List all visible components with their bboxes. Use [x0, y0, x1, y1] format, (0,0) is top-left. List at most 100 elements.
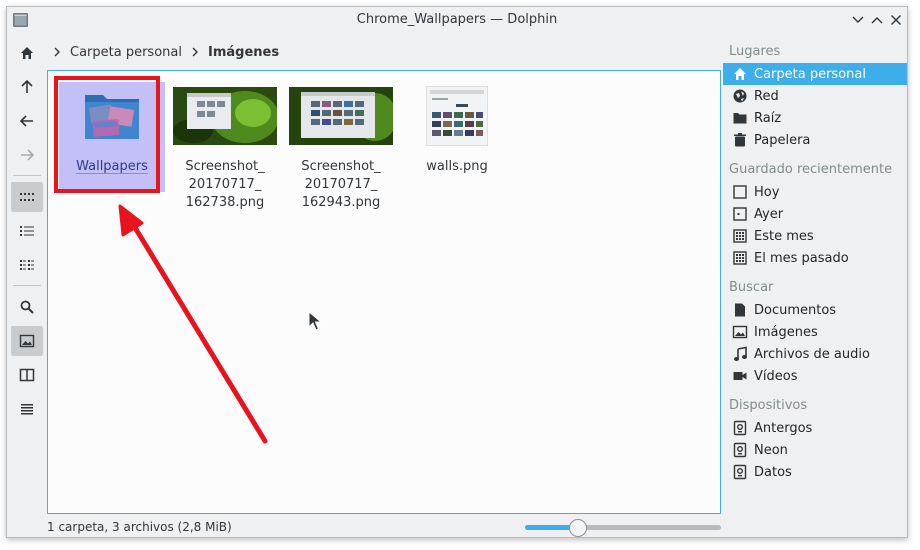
file-name-line: 20170717_ — [188, 177, 262, 192]
video-camera-icon — [732, 368, 748, 384]
calendar-today-icon — [732, 184, 748, 200]
menu-button[interactable] — [11, 394, 43, 424]
places-section-gap — [723, 483, 907, 491]
forward-button[interactable] — [11, 140, 43, 170]
walls-thumbnail-icon — [426, 86, 488, 146]
zoom-slider[interactable] — [525, 519, 721, 537]
details-view-button[interactable] — [11, 216, 43, 246]
places-item[interactable]: Hoy — [723, 181, 907, 203]
breadcrumb-current[interactable]: Imágenes — [205, 45, 282, 60]
places-item[interactable]: Neon — [723, 439, 907, 461]
maximize-button[interactable] — [868, 11, 886, 29]
home-button[interactable] — [11, 38, 43, 68]
file-item-screenshot-1[interactable]: Screenshot_ 20170717_ 162738.png — [172, 82, 278, 210]
back-button[interactable] — [11, 106, 43, 136]
places-item[interactable]: Vídeos — [723, 365, 907, 387]
places-item[interactable]: Este mes — [723, 225, 907, 247]
places-item-label: Datos — [754, 464, 792, 480]
breadcrumb: Carpeta personal Imágenes — [47, 41, 282, 63]
places-item-label: Documentos — [754, 302, 837, 318]
document-icon — [732, 302, 748, 318]
compact-view-button[interactable] — [11, 250, 43, 280]
places-item-label: Neon — [754, 442, 788, 458]
places-item[interactable]: Raíz — [723, 107, 907, 129]
icons-view-button[interactable] — [11, 182, 43, 212]
screenshot-thumbnail-icon — [173, 87, 277, 145]
compact-view-icon — [20, 260, 34, 270]
places-item-label: Vídeos — [754, 368, 798, 384]
arrow-left-icon — [19, 115, 33, 127]
drive-icon — [732, 442, 748, 458]
close-button[interactable] — [887, 11, 905, 29]
places-item[interactable]: Datos — [723, 461, 907, 483]
file-name: Wallpapers — [76, 159, 148, 174]
places-section-header: Lugares — [729, 44, 781, 59]
image-thumbnail — [404, 82, 510, 150]
breadcrumb-root-chevron[interactable] — [47, 47, 67, 57]
places-item-label: Ayer — [754, 206, 784, 222]
places-item-label: El mes pasado — [754, 250, 849, 266]
places-section-gap — [723, 151, 907, 159]
toolbar-separator — [13, 175, 41, 176]
places-item[interactable]: Documentos — [723, 299, 907, 321]
calendar-month-icon — [732, 228, 748, 244]
file-item-screenshot-2[interactable]: Screenshot_ 20170717_ 162943.png — [288, 82, 394, 210]
places-item[interactable]: Red — [723, 85, 907, 107]
places-panel: Lugares Carpeta personal Red Raíz Papelera Gu… — [723, 41, 907, 491]
places-item[interactable]: Imágenes — [723, 321, 907, 343]
chevron-right-icon — [192, 47, 198, 57]
places-item-label: Raíz — [754, 110, 782, 126]
folder-icon — [732, 110, 748, 126]
left-toolbar — [7, 37, 47, 417]
close-icon — [891, 15, 901, 25]
split-view-button[interactable] — [11, 360, 43, 390]
calendar-month-icon — [732, 250, 748, 266]
window-title: Chrome_Wallpapers — Dolphin — [356, 12, 558, 27]
file-item-wallpapers-folder[interactable]: Wallpapers — [59, 82, 165, 192]
icons-view-icon — [20, 193, 34, 201]
preview-button[interactable] — [11, 326, 43, 356]
zoom-handle[interactable] — [569, 519, 587, 537]
network-globe-icon — [732, 88, 748, 104]
breadcrumb-home[interactable]: Carpeta personal — [67, 45, 185, 60]
home-icon — [732, 66, 748, 82]
up-button[interactable] — [11, 72, 43, 102]
places-item[interactable]: Papelera — [723, 129, 907, 151]
arrow-right-icon — [21, 149, 35, 161]
home-icon — [21, 47, 33, 59]
file-item-walls-png[interactable]: walls.png — [404, 82, 510, 182]
places-item-label: Red — [754, 88, 779, 104]
places-item[interactable]: Antergos — [723, 417, 907, 439]
places-section-header: Guardado recientemente — [729, 162, 893, 177]
split-view-icon — [19, 368, 35, 382]
image-thumbnail — [172, 82, 278, 150]
places-item-label: Antergos — [754, 420, 813, 436]
places-item-label: Este mes — [754, 228, 814, 244]
places-section-header: Buscar — [729, 280, 774, 295]
places-item-label: Papelera — [754, 132, 811, 148]
places-item[interactable]: Carpeta personal — [723, 63, 907, 85]
folder-thumbnail — [59, 82, 165, 150]
drive-icon — [732, 420, 748, 436]
hamburger-menu-icon — [21, 404, 33, 415]
places-item[interactable]: Ayer — [723, 203, 907, 225]
places-item-label: Hoy — [754, 184, 780, 200]
trash-icon — [732, 132, 748, 148]
places-section-gap — [723, 269, 907, 277]
search-button[interactable] — [11, 292, 43, 322]
places-item[interactable]: Archivos de audio — [723, 343, 907, 365]
search-icon — [20, 300, 34, 314]
places-item[interactable]: El mes pasado — [723, 247, 907, 269]
image-thumbnail — [288, 82, 394, 150]
list-view-icon — [20, 226, 34, 236]
file-name-line: 20170717_ — [304, 177, 378, 192]
file-view[interactable]: Wallpapers Screenshot_ 20170717_ 162738.… — [47, 70, 721, 514]
drive-icon — [732, 464, 748, 480]
arrow-up-icon — [21, 79, 33, 93]
chevron-right-icon — [54, 47, 60, 57]
breadcrumb-separator[interactable] — [185, 47, 205, 57]
places-item-label: Archivos de audio — [754, 346, 870, 362]
title-bar[interactable]: Chrome_Wallpapers — Dolphin — [7, 7, 907, 35]
dolphin-window: Chrome_Wallpapers — Dolphin Carpeta pers… — [6, 6, 908, 538]
minimize-button[interactable] — [849, 11, 867, 29]
